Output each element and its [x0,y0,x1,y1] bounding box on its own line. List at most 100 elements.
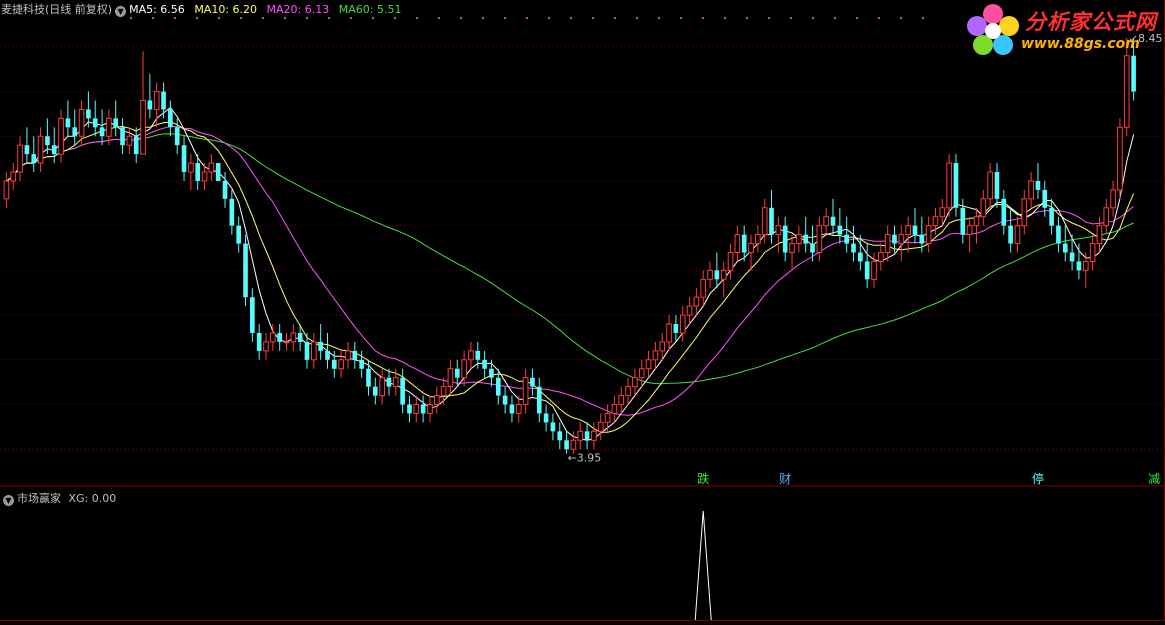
candle-body-down [803,234,809,244]
top-marker-dot [548,17,550,19]
top-marker-dot [922,17,924,19]
candle-body-up [447,368,454,388]
candle-body-up [440,386,447,397]
candle-body-down [222,180,228,199]
top-marker-dot [416,17,418,19]
candle-body-up [427,404,433,414]
candle-body-up [980,198,987,218]
candle-body-up [966,225,973,236]
kline-chart-svg[interactable]: ↙8.45←3.95跌财停减涨 [0,0,1165,621]
top-marker-dot [614,17,616,19]
candle-body-up [645,359,652,370]
signal-label: 财 [779,472,791,486]
candle-body-up [10,171,17,182]
candle-body-down [1035,180,1041,190]
top-marker-dot [284,17,286,19]
candle-body-up [939,207,946,218]
candle-body-up [468,350,474,361]
candle-body-down [495,377,501,396]
candle-body-up [515,404,522,414]
candle-body-up [871,260,877,280]
candle-body-up [659,341,666,352]
candle-body-up [461,359,467,379]
candle-body-up [796,234,802,245]
candle-body-up [591,430,597,441]
low-price-label: ←3.95 [568,452,602,465]
candle-body-up [679,314,686,334]
ma60-line [6,133,1134,385]
top-marker-dot [570,17,572,19]
top-marker-dot [130,17,132,19]
candle-body-down [215,163,221,181]
candle-body-down [564,440,569,450]
candle-body-up [973,216,980,227]
candle-body-up [878,252,884,262]
candle-body-down [912,225,918,235]
settings-icon[interactable]: ▼ [115,6,127,17]
top-marker-dot [724,17,726,19]
candle-body-up [761,207,768,236]
candle-body-up [208,162,215,173]
candle-body-down [844,234,849,244]
candle-body-up [263,341,269,352]
candle-body-down [229,198,235,226]
candle-body-down [168,109,173,128]
candle-body-up [816,225,823,254]
settings-icon[interactable]: ▼ [3,495,14,506]
candle-body-down [482,359,487,369]
candle-body-down [1076,261,1082,271]
candle-body-up [392,377,399,388]
top-marker-dot [328,17,330,19]
candle-body-up [3,180,10,200]
candle-body-down [256,332,262,351]
candle-body-down [250,297,255,333]
candle-body-down [530,377,535,387]
candle-body-up [1014,225,1021,245]
candle-body-down [325,350,330,360]
candle-body-up [153,91,160,110]
candle-body-down [174,127,180,146]
candle-body-up [283,341,290,344]
candle-body-down [741,234,747,253]
candle-body-up [618,395,625,406]
top-marker-dot [218,17,220,19]
chart-stage[interactable]: ↙8.45←3.95跌财停减涨 [0,0,1165,621]
flower-logo-icon [967,4,1019,55]
candle-body-up [345,350,351,361]
candle-body-up [1110,189,1116,209]
top-marker-dot [306,17,308,19]
candle-body-up [925,225,932,245]
top-marker-dot [504,17,506,19]
candle-body-down [24,145,30,155]
candle-body-down [1008,225,1013,244]
candle-body-down [45,136,50,146]
sub-header: ▼ 市场赢家 XG: 0.00 [1,492,116,506]
candle-body-down [1131,55,1136,92]
candle-body-down [673,324,679,333]
candle-body-down [782,225,788,253]
stock-title: 麦捷科技(日线 前复权) [1,3,113,16]
candle-body-down [454,368,460,378]
candle-body-down [864,261,870,280]
candle-body-down [297,332,303,342]
top-marker-dot [658,17,660,19]
signal-label: 停 [1032,471,1044,486]
main-header: 麦捷科技(日线 前复权) ▼ MA5: 6.56 MA10: 6.20 MA20: … [1,3,401,17]
candle-body-up [700,278,707,298]
candle-body-up [707,269,713,280]
top-marker-dot [262,17,264,19]
candle-body-up [78,108,85,137]
candle-body-down [1042,189,1048,208]
candle-body-up [1021,198,1028,227]
candle-body-down [331,359,337,369]
candle-body-up [932,216,939,227]
top-marker-dot [174,17,176,19]
candle-body-up [413,404,420,414]
candle-body-up [686,305,693,316]
top-marker-dot [702,17,704,19]
candle-body-up [734,234,741,254]
candle-body-down [304,341,310,360]
candle-body-down [359,359,364,369]
candle-body-up [379,377,385,397]
top-marker-dot [878,17,880,19]
